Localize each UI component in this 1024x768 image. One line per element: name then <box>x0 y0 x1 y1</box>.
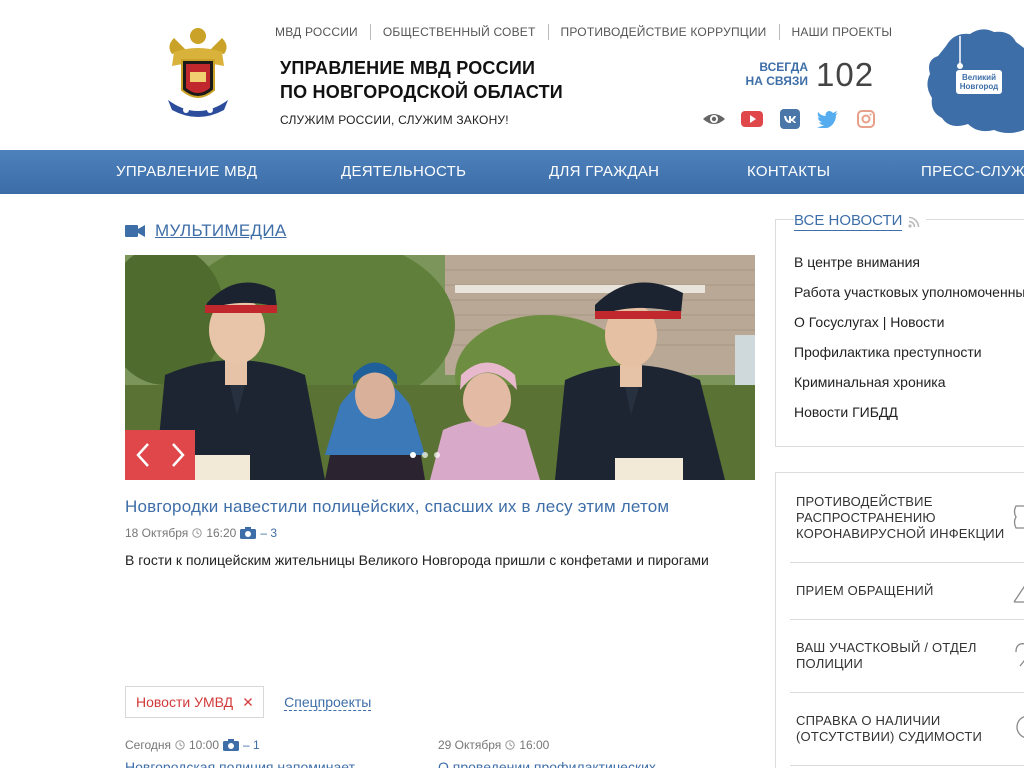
close-icon[interactable] <box>243 697 253 707</box>
twitter-icon[interactable] <box>816 108 840 130</box>
slider-dot[interactable] <box>422 452 428 458</box>
nav-item-press[interactable]: ПРЕСС-СЛУЖБА <box>921 150 1024 194</box>
story-description: В гости к полицейским жительницы Великог… <box>125 552 709 568</box>
clock-icon <box>175 740 185 750</box>
service-label: (ОТСУТСТВИИ) СУДИМОСТИ <box>796 729 983 744</box>
nav-item-contacts[interactable]: КОНТАКТЫ <box>747 150 830 194</box>
news-item-title[interactable]: О проведении профилактических <box>438 759 656 768</box>
clock-icon <box>192 528 203 538</box>
rss-icon[interactable] <box>908 216 920 228</box>
category-district-officers[interactable]: Работа участковых уполномоченных <box>794 282 1024 312</box>
story-meta: 18 Октября 16:20 – 3 <box>125 526 277 540</box>
shield-icon <box>1013 505 1024 529</box>
service-label: ПРИЕМ ОБРАЩЕНИЙ <box>796 583 934 598</box>
motto: СЛУЖИМ РОССИИ, СЛУЖИМ ЗАКОНУ! <box>280 113 509 127</box>
service-label: ВАШ УЧАСТКОВЫЙ / ОТДЕЛ <box>796 640 977 655</box>
emergency-phone[interactable]: 102 <box>816 56 874 94</box>
top-link-anti-corruption[interactable]: ПРОТИВОДЕЙСТВИЕ КОРРУПЦИИ <box>547 24 779 40</box>
slider-dots <box>410 452 440 458</box>
service-label: РАСПРОСТРАНЕНИЮ <box>796 510 936 525</box>
top-link-mvd-russia[interactable]: МВД РОССИИ <box>275 24 370 40</box>
novgorod-region-map[interactable]: Великий Новгород <box>924 26 1024 136</box>
nav-item-mvd[interactable]: УПРАВЛЕНИЕ МВД <box>116 150 257 194</box>
category-in-focus[interactable]: В центре внимания <box>794 252 1024 282</box>
service-label: ПОЛИЦИИ <box>796 656 863 671</box>
news-photo-count: – 1 <box>243 738 260 752</box>
slider-dot[interactable] <box>434 452 440 458</box>
always-line2: НА СВЯЗИ <box>745 74 808 88</box>
social-links <box>702 108 878 130</box>
slider-prev-chevron-left-icon[interactable] <box>125 430 160 480</box>
divider <box>790 692 1024 693</box>
news-tabs: Новости УМВД Спецпроекты <box>125 686 372 718</box>
slider-dot[interactable] <box>410 452 416 458</box>
divider <box>790 765 1024 766</box>
news-date: Сегодня <box>125 738 171 752</box>
story-date: 18 Октября <box>125 526 189 540</box>
location-icon <box>1015 643 1024 667</box>
map-label-line2: Новгород <box>960 82 998 91</box>
mvd-emblem-logo[interactable] <box>164 24 232 118</box>
slider-controls <box>125 430 195 480</box>
multimedia-header: МУЛЬТИМЕДИА <box>125 221 286 241</box>
all-news-link[interactable]: ВСЕ НОВОСТИ <box>794 212 903 231</box>
always-connected-label: ВСЕГДА НА СВЯЗИ <box>736 60 808 88</box>
category-gibdd-news[interactable]: Новости ГИБДД <box>794 402 1024 432</box>
news-category-list: В центре внимания Работа участковых упол… <box>794 252 1024 432</box>
story-photo-count: – 3 <box>260 526 278 540</box>
camera-icon <box>223 739 240 751</box>
accessibility-eye-icon[interactable] <box>702 108 726 130</box>
tab-special-projects[interactable]: Спецпроекты <box>284 694 372 711</box>
service-criminal-record[interactable]: СПРАВКА О НАЛИЧИИ (ОТСУТСТВИИ) СУДИМОСТИ <box>796 713 982 745</box>
news-time: 16:00 <box>519 738 550 752</box>
service-label: ПРОТИВОДЕЙСТВИЕ <box>796 494 933 509</box>
service-label: КОРОНАВИРУСНОЙ ИНФЕКЦИИ <box>796 526 1005 541</box>
service-label: СПРАВКА О НАЛИЧИИ <box>796 713 941 728</box>
service-district-officer[interactable]: ВАШ УЧАСТКОВЫЙ / ОТДЕЛ ПОЛИЦИИ <box>796 640 977 672</box>
divider <box>790 619 1024 620</box>
site-header: МВД РОССИИ ОБЩЕСТВЕННЫЙ СОВЕТ ПРОТИВОДЕЙ… <box>0 0 1024 150</box>
service-coronavirus[interactable]: ПРОТИВОДЕЙСТВИЕ РАСПРОСТРАНЕНИЮ КОРОНАВИ… <box>796 494 1004 542</box>
org-title-line1: УПРАВЛЕНИЕ МВД РОССИИ <box>280 58 536 78</box>
document-icon <box>1016 716 1024 738</box>
news-item-meta: 29 Октября 16:00 <box>438 738 549 752</box>
vk-icon[interactable] <box>778 108 802 130</box>
divider <box>790 562 1024 563</box>
org-title-line2: ПО НОВГОРОДСКОЙ ОБЛАСТИ <box>280 82 563 102</box>
video-camera-icon <box>125 225 145 237</box>
category-gosuslugi[interactable]: О Госуслугах | Новости <box>794 312 1024 342</box>
news-item-title[interactable]: Новгородская полиция напоминает <box>125 759 355 768</box>
top-links: МВД РОССИИ ОБЩЕСТВЕННЫЙ СОВЕТ ПРОТИВОДЕЙ… <box>275 24 904 40</box>
news-date: 29 Октября <box>438 738 502 752</box>
story-time: 16:20 <box>206 526 237 540</box>
news-time: 10:00 <box>189 738 220 752</box>
category-crime-prevention[interactable]: Профилактика преступности <box>794 342 1024 372</box>
tab-umvd-news-label: Новости УМВД <box>136 694 234 710</box>
always-line1: ВСЕГДА <box>759 60 808 74</box>
top-link-public-council[interactable]: ОБЩЕСТВЕННЫЙ СОВЕТ <box>369 24 548 40</box>
multimedia-link[interactable]: МУЛЬТИМЕДИА <box>155 221 286 241</box>
org-title[interactable]: УПРАВЛЕНИЕ МВД РОССИИ ПО НОВГОРОДСКОЙ ОБ… <box>280 56 563 104</box>
multimedia-slide-photo[interactable] <box>125 255 755 480</box>
all-news-header: ВСЕ НОВОСТИ <box>794 212 927 231</box>
slider-next-chevron-right-icon[interactable] <box>160 430 195 480</box>
category-crime-chronicle[interactable]: Криминальная хроника <box>794 372 1024 402</box>
nav-item-activity[interactable]: ДЕЯТЕЛЬНОСТЬ <box>341 150 466 194</box>
top-link-our-projects[interactable]: НАШИ ПРОЕКТЫ <box>778 24 905 40</box>
tab-umvd-news[interactable]: Новости УМВД <box>125 686 265 718</box>
nav-item-citizens[interactable]: ДЛЯ ГРАЖДАН <box>549 150 659 194</box>
youtube-icon[interactable] <box>740 108 764 130</box>
clock-icon <box>505 740 516 750</box>
instagram-icon[interactable] <box>854 108 878 130</box>
story-title-link[interactable]: Новгородки навестили полицейских, спасши… <box>125 497 669 517</box>
main-navigation: УПРАВЛЕНИЕ МВД ДЕЯТЕЛЬНОСТЬ ДЛЯ ГРАЖДАН … <box>0 150 1024 194</box>
pen-icon <box>1013 585 1024 603</box>
map-label-line1: Великий <box>962 73 996 82</box>
camera-icon <box>240 527 257 539</box>
news-item-meta: Сегодня 10:00 – 1 <box>125 738 260 752</box>
service-appeals[interactable]: ПРИЕМ ОБРАЩЕНИЙ <box>796 583 934 599</box>
